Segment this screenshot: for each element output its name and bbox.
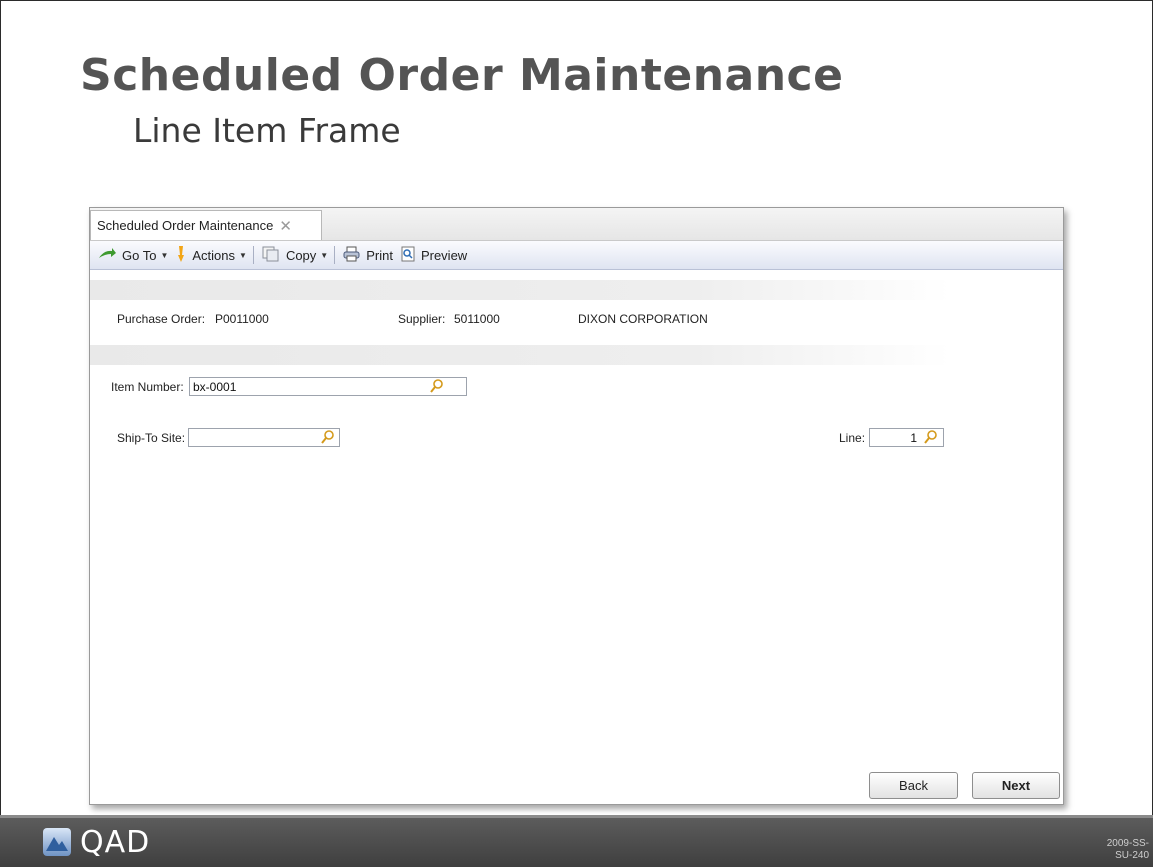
goto-menu-button[interactable]: Go To ▼	[98, 247, 169, 263]
supplier-name: DIXON CORPORATION	[578, 312, 708, 326]
qad-brand-text: QAD	[80, 824, 151, 860]
qad-logo-icon	[43, 828, 71, 856]
back-button[interactable]: Back	[869, 772, 958, 799]
dropdown-arrow-icon: ▼	[239, 250, 247, 260]
actions-menu-button[interactable]: Actions ▼	[176, 245, 247, 265]
dropdown-arrow-icon: ▼	[160, 250, 169, 260]
purchase-order-value: P0011000	[215, 312, 269, 326]
toolbar: Go To ▼ Actions ▼ Copy ▼ Print Preview	[90, 241, 1063, 270]
print-label: Print	[366, 247, 393, 263]
go-to-arrow-icon	[98, 247, 116, 263]
item-number-field[interactable]: bx-0001	[189, 377, 467, 396]
magnifier-icon[interactable]	[924, 430, 938, 447]
header-band	[90, 280, 950, 300]
tab-scheduled-order-maintenance[interactable]: Scheduled Order Maintenance ✕	[90, 210, 322, 240]
ship-to-site-field[interactable]	[188, 428, 340, 447]
copy-icon	[262, 246, 280, 265]
copy-menu-button[interactable]: Copy ▼	[262, 246, 328, 265]
line-value: 1	[910, 431, 917, 445]
dropdown-arrow-icon: ▼	[320, 250, 329, 260]
supplier-value: 5011000	[454, 312, 500, 326]
actions-icon	[176, 245, 186, 265]
app-window: Scheduled Order Maintenance ✕ Go To ▼ Ac…	[89, 207, 1064, 805]
footer-divider	[0, 815, 1153, 818]
preview-icon	[401, 246, 415, 265]
slide-subtitle: Line Item Frame	[133, 111, 401, 150]
tab-label: Scheduled Order Maintenance	[97, 218, 274, 233]
slide-footer	[0, 815, 1153, 867]
printer-icon	[343, 246, 360, 265]
supplier-label: Supplier:	[398, 312, 446, 326]
qad-logo: QAD	[42, 822, 150, 862]
item-number-value: bx-0001	[193, 380, 237, 394]
slide-title: Scheduled Order Maintenance	[80, 50, 844, 101]
toolbar-divider	[252, 246, 254, 264]
close-tab-icon[interactable]: ✕	[279, 217, 292, 235]
next-button[interactable]: Next	[972, 772, 1060, 799]
line-field[interactable]: 1	[869, 428, 944, 447]
purchase-order-label: Purchase Order:	[117, 312, 206, 326]
print-button[interactable]: Print	[343, 246, 393, 265]
copy-label: Copy	[285, 247, 317, 263]
magnifier-icon[interactable]	[321, 430, 335, 447]
tab-strip: Scheduled Order Maintenance ✕	[90, 208, 1063, 241]
ship-to-site-label: Ship-To Site:	[117, 431, 186, 445]
toolbar-divider	[334, 246, 336, 264]
item-number-label: Item Number:	[111, 380, 184, 394]
preview-label: Preview	[420, 247, 468, 263]
slide-code: 2009-SS-SU-240	[1106, 838, 1149, 861]
section-band	[90, 345, 950, 365]
goto-label: Go To	[122, 247, 157, 263]
line-label: Line:	[839, 431, 866, 445]
preview-button[interactable]: Preview	[401, 246, 467, 265]
actions-label: Actions	[192, 247, 236, 263]
magnifier-icon[interactable]	[430, 379, 444, 396]
